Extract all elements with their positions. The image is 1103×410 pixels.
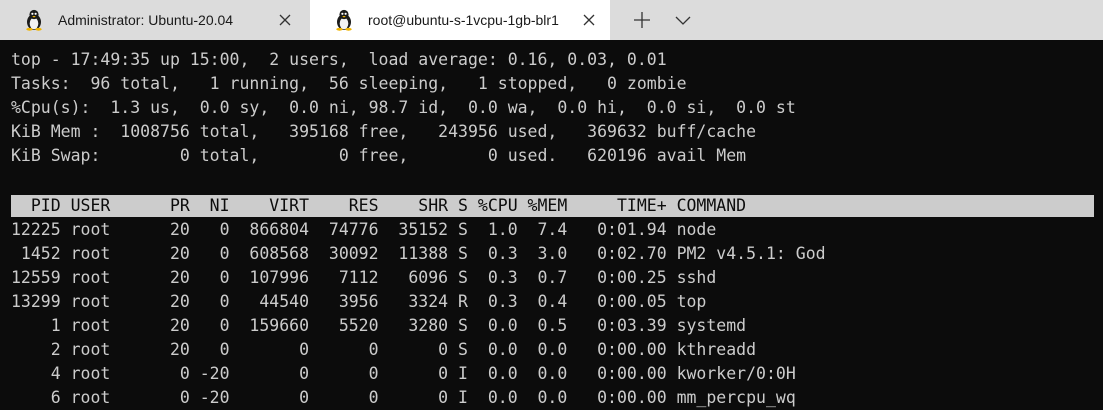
process-row: 13299 root 20 0 44540 3956 3324 R 0.3 0.… (11, 292, 707, 311)
top-cpu-line: %Cpu(s): 1.3 us, 0.0 sy, 0.0 ni, 98.7 id… (11, 98, 796, 117)
process-table-header: PID USER PR NI VIRT RES SHR S %CPU %MEM … (11, 196, 747, 215)
top-uptime-line: top - 17:49:35 up 15:00, 2 users, load a… (11, 50, 667, 69)
linux-tux-icon (336, 9, 352, 31)
top-swap-line: KiB Swap: 0 total, 0 free, 0 used. 62019… (11, 146, 747, 165)
process-row: 1 root 20 0 159660 5520 3280 S 0.0 0.5 0… (11, 316, 747, 335)
terminal-output[interactable]: top - 17:49:35 up 15:00, 2 users, load a… (0, 40, 1103, 407)
process-row: 1452 root 20 0 608568 30092 11388 S 0.3 … (11, 244, 826, 263)
process-row: 12225 root 20 0 866804 74776 35152 S 1.0… (11, 220, 717, 239)
tab-root-ubuntu-server[interactable]: root@ubuntu-s-1vcpu-1gb-blr1 (310, 0, 610, 40)
tab-ubuntu-2004[interactable]: Administrator: Ubuntu-20.04 (0, 0, 308, 40)
close-icon[interactable] (582, 13, 596, 27)
tab-title: root@ubuntu-s-1vcpu-1gb-blr1 (368, 12, 559, 28)
process-row: 4 root 0 -20 0 0 0 I 0.0 0.0 0:00.00 kwo… (11, 364, 796, 383)
process-row: 2 root 20 0 0 0 0 S 0.0 0.0 0:00.00 kthr… (11, 340, 757, 359)
chevron-down-icon[interactable] (674, 13, 692, 27)
close-icon[interactable] (278, 13, 292, 27)
new-tab-plus-icon[interactable] (632, 10, 652, 30)
process-row: 12559 root 20 0 107996 7112 6096 S 0.3 0… (11, 268, 717, 287)
tab-bar: Administrator: Ubuntu-20.04 root@ubuntu-… (0, 0, 1103, 40)
top-mem-line: KiB Mem : 1008756 total, 395168 free, 24… (11, 122, 757, 141)
process-row: 6 root 0 -20 0 0 0 I 0.0 0.0 0:00.00 mm_… (11, 388, 796, 407)
tab-title: Administrator: Ubuntu-20.04 (58, 12, 234, 28)
top-tasks-line: Tasks: 96 total, 1 running, 56 sleeping,… (11, 74, 687, 93)
linux-tux-icon (26, 9, 42, 31)
